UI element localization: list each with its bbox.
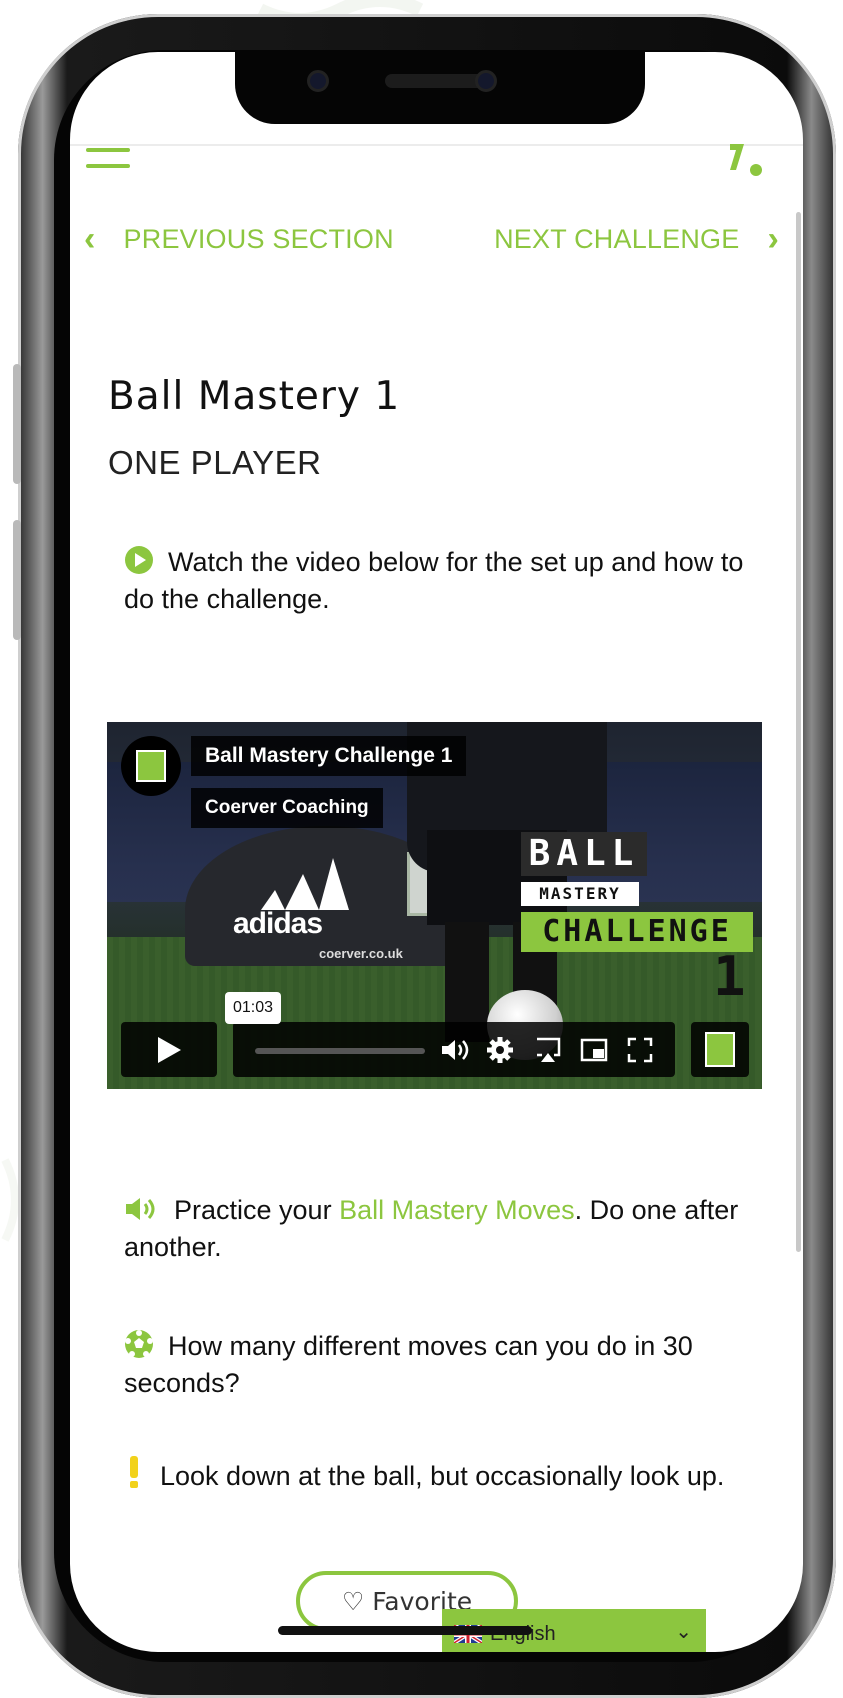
play-button[interactable]: [121, 1022, 217, 1077]
scrollbar[interactable]: [796, 212, 801, 1252]
header-divider: [70, 144, 803, 146]
brand-logo[interactable]: [726, 140, 766, 180]
page-subtitle: ONE PLAYER: [108, 444, 322, 481]
page-title: Ball Mastery 1: [108, 374, 401, 419]
tip-instruction: Look down at the ball, but occasionally …: [124, 1455, 764, 1495]
video-player[interactable]: adidas coerver.co.uk Ball Mastery Challe…: [107, 722, 762, 1089]
sensor-icon: [475, 70, 497, 92]
app-screen: ‹ PREVIOUS SECTION NEXT CHALLENGE › Ball…: [70, 52, 803, 1652]
next-challenge-label: NEXT CHALLENGE: [494, 223, 740, 254]
overlay-ball: BALL: [521, 832, 647, 876]
camera-icon: [307, 70, 329, 92]
video-channel[interactable]: Coerver Coaching: [191, 788, 383, 828]
overlay-number: 1: [713, 945, 746, 1008]
adidas-logo: [261, 858, 349, 910]
watch-instruction: Watch the video below for the set up and…: [124, 544, 764, 618]
next-challenge-link[interactable]: NEXT CHALLENGE ›: [494, 222, 779, 256]
previous-section-link[interactable]: ‹ PREVIOUS SECTION: [84, 222, 394, 256]
banner-brand: adidas: [233, 907, 323, 940]
exclamation-icon: [130, 1456, 138, 1488]
hamburger-icon[interactable]: [86, 148, 130, 174]
phone-notch: [235, 52, 645, 124]
chevron-right-icon: ›: [767, 220, 779, 258]
question-text: How many different moves can you do in 3…: [124, 1331, 693, 1398]
progress-track[interactable]: [255, 1048, 425, 1054]
ball-mastery-moves-link[interactable]: Ball Mastery Moves: [339, 1195, 575, 1225]
practice-instruction: Practice your Ball Mastery Moves. Do one…: [124, 1192, 764, 1266]
vimeo-logo-button[interactable]: [691, 1022, 749, 1077]
phone-side-button: [13, 520, 21, 640]
video-title[interactable]: Ball Mastery Challenge 1: [191, 736, 467, 776]
watch-instruction-text: Watch the video below for the set up and…: [124, 547, 744, 614]
previous-section-label: PREVIOUS SECTION: [123, 223, 394, 254]
time-tooltip: 01:03: [225, 992, 282, 1024]
airplay-icon[interactable]: [533, 1035, 563, 1065]
banner-url: coerver.co.uk: [319, 946, 403, 961]
tip-text: Look down at the ball, but occasionally …: [160, 1461, 725, 1491]
volume-icon[interactable]: [439, 1035, 469, 1065]
practice-prefix: Practice your: [174, 1195, 340, 1225]
play-icon: [158, 1037, 181, 1063]
picture-in-picture-icon[interactable]: [579, 1035, 609, 1065]
phone-side-button: [13, 364, 21, 484]
settings-icon[interactable]: [485, 1035, 515, 1065]
soccer-ball-icon: [125, 1330, 153, 1358]
home-indicator[interactable]: [278, 1626, 532, 1635]
overlay-mastery: MASTERY: [521, 882, 639, 906]
channel-avatar[interactable]: [121, 736, 181, 796]
chevron-down-icon: ⌄: [675, 1621, 692, 1643]
question-instruction: How many different moves can you do in 3…: [124, 1328, 764, 1402]
chevron-left-icon: ‹: [84, 220, 96, 258]
play-circle-icon: [125, 546, 153, 574]
fullscreen-icon[interactable]: [625, 1035, 655, 1065]
speaker-icon: [126, 1198, 155, 1220]
